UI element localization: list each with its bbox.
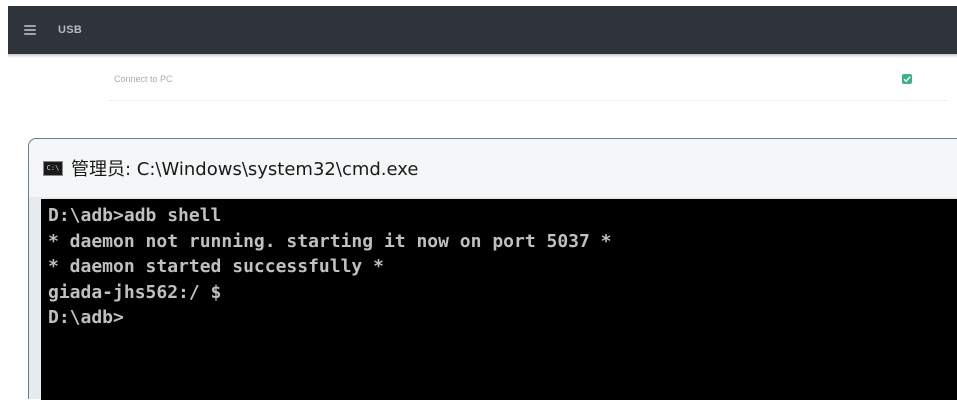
setting-label: Connect to PC [114, 74, 173, 84]
cmd-window-title: 管理员: C:\Windows\system32\cmd.exe [71, 159, 419, 180]
checkmark-icon [903, 76, 911, 83]
app-bar-title: USB [58, 24, 83, 36]
divider [108, 100, 948, 101]
hamburger-menu-icon[interactable] [24, 25, 36, 35]
app-bar-shadow [8, 54, 957, 58]
cmd-console[interactable]: D:\adb>adb shell * daemon not running. s… [41, 199, 957, 400]
setting-row-connect-to-pc[interactable]: Connect to PC [8, 62, 957, 100]
android-settings-screen: USB Connect to PC [8, 6, 957, 116]
app-bar: USB [8, 6, 957, 54]
console-line: * daemon started successfully * [48, 256, 384, 277]
cmd-app-icon[interactable]: C:\ [43, 160, 63, 176]
cmd-window[interactable]: C:\ 管理员: C:\Windows\system32\cmd.exe D:\… [28, 138, 957, 400]
console-line: * daemon not running. starting it now on… [48, 231, 612, 252]
console-line: D:\adb> [48, 307, 124, 328]
console-line: D:\adb>adb shell [48, 205, 222, 226]
connect-to-pc-checkbox[interactable] [902, 74, 912, 84]
cmd-title-bar[interactable]: C:\ 管理员: C:\Windows\system32\cmd.exe [29, 139, 957, 197]
cmd-app-icon-text: C:\ [46, 163, 60, 172]
console-line: giada-jhs562:/ $ [48, 282, 222, 303]
